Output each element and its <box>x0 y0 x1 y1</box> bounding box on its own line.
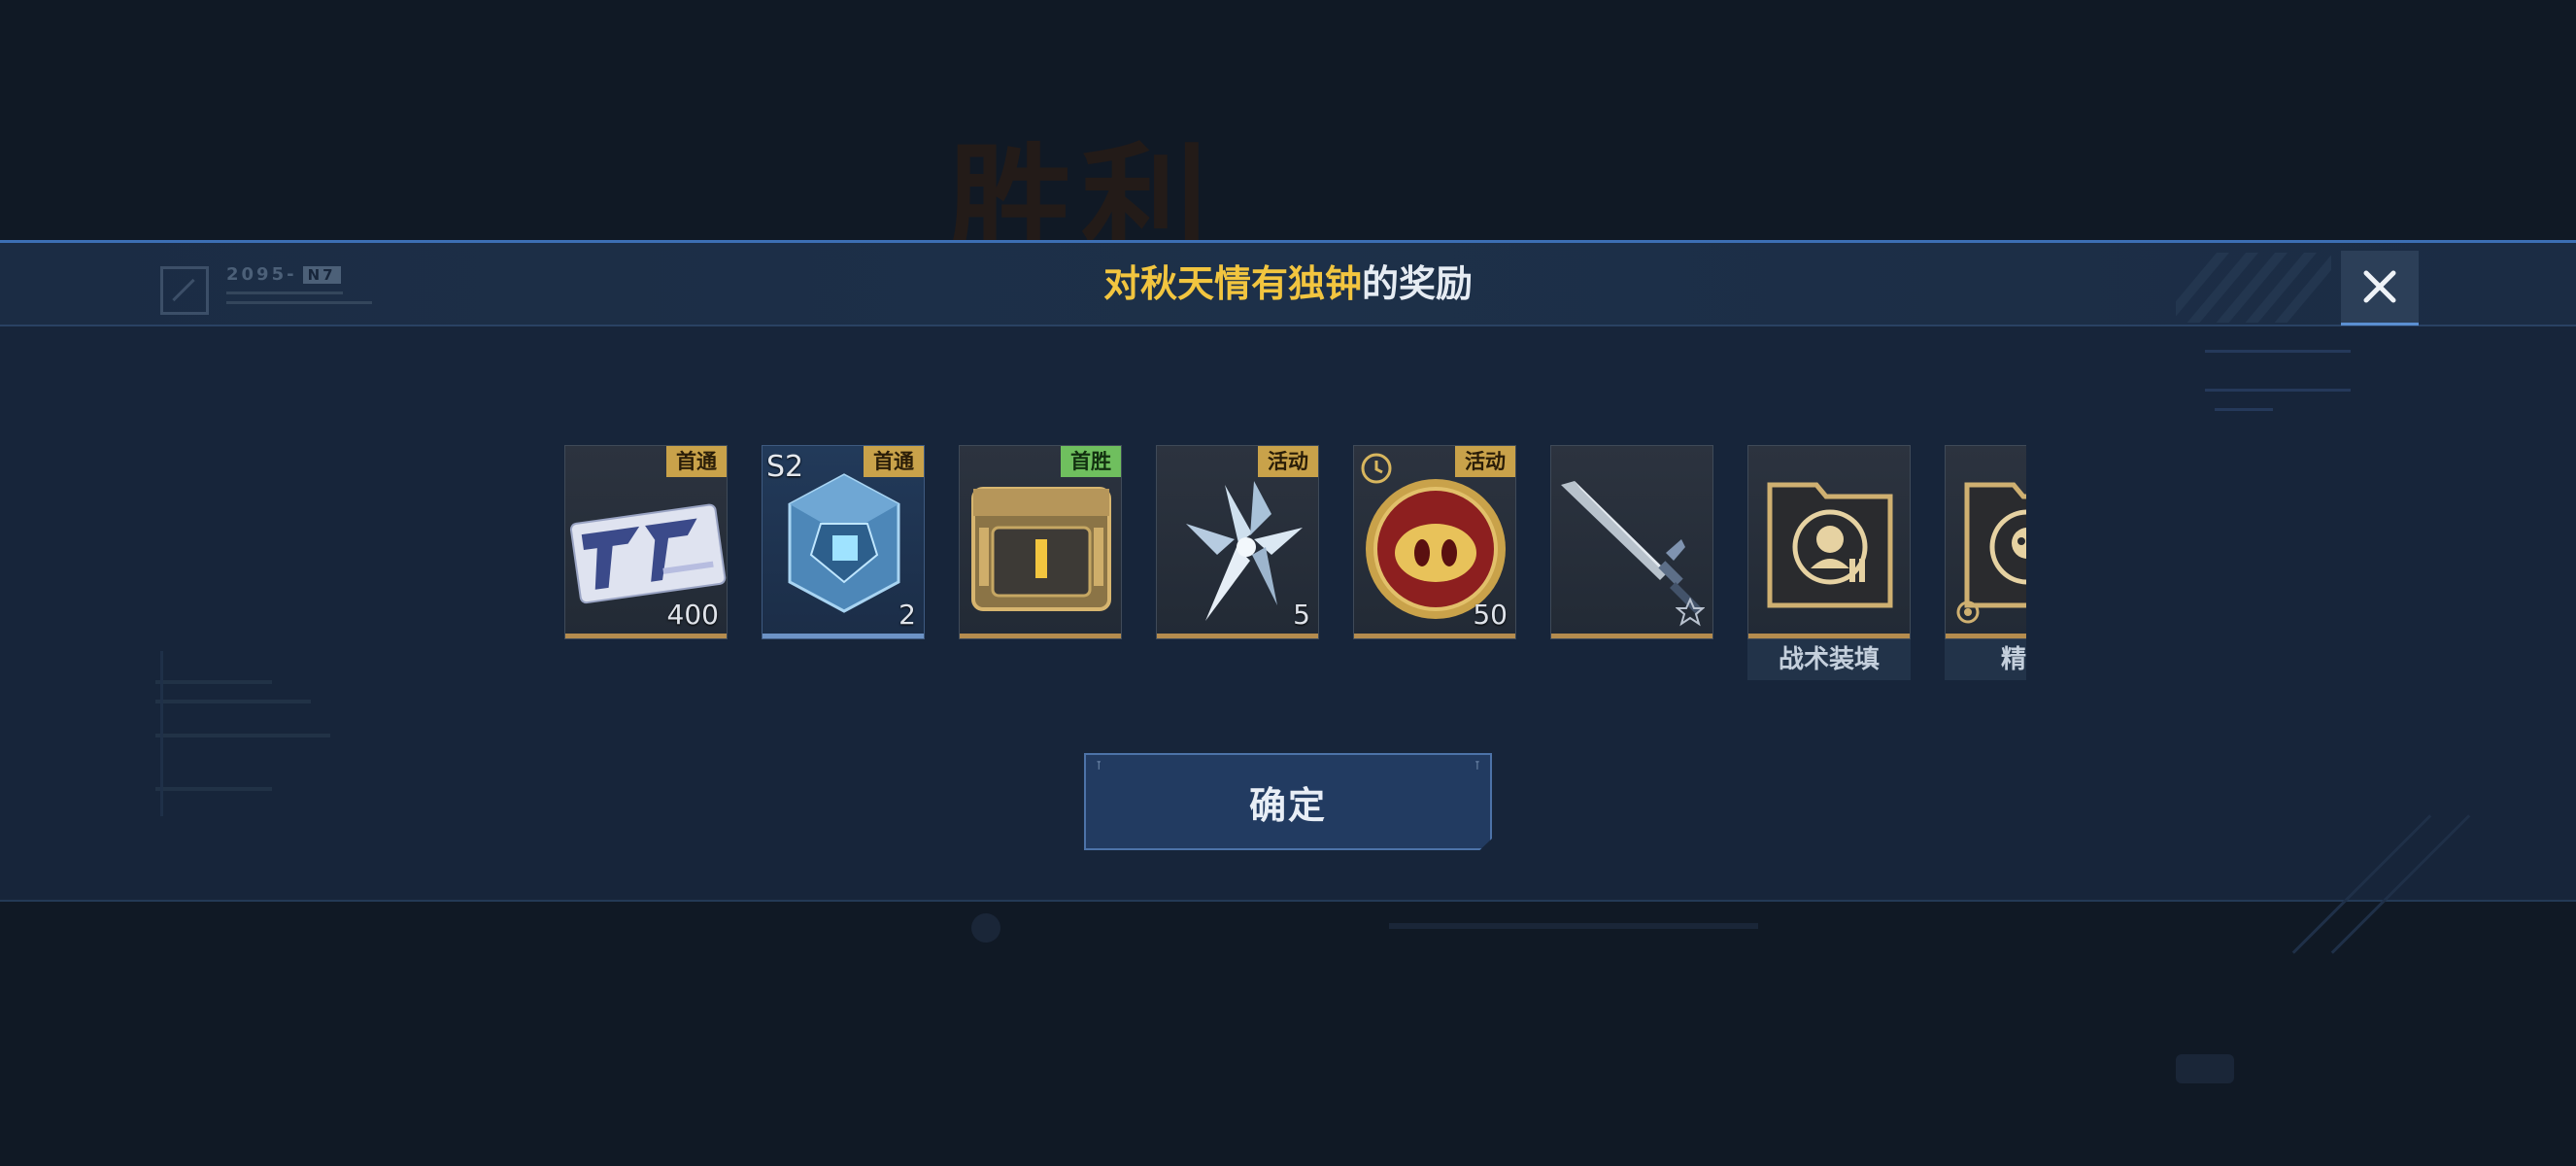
left-deco-line <box>155 700 311 703</box>
reward-card[interactable] <box>1550 445 1713 639</box>
background-dim-icon <box>971 913 1000 943</box>
right-slash-decoration <box>2330 814 2471 954</box>
reward-card[interactable] <box>1945 445 2026 639</box>
item-quantity: 50 <box>1473 599 1508 631</box>
reward-item[interactable]: 活动 5 <box>1156 445 1319 639</box>
rarity-bar <box>763 634 924 638</box>
reward-item[interactable] <box>1550 445 1713 639</box>
reward-title-highlight: 对秋天情有独钟 <box>1102 262 1362 305</box>
first-win-badge: 首胜 <box>1061 446 1121 477</box>
first-clear-badge: 首通 <box>864 446 924 477</box>
left-deco-vertical <box>160 651 163 816</box>
reward-card[interactable] <box>1747 445 1911 639</box>
reward-item[interactable]: 精确 <box>1945 445 2026 680</box>
background-dim-line <box>1389 923 1758 929</box>
right-deco-line <box>2205 389 2351 392</box>
clock-icon <box>1361 453 1392 484</box>
tactical-reload-folder-icon <box>1767 482 1893 608</box>
reward-item[interactable]: 首通 400 <box>564 445 728 639</box>
reward-card[interactable]: S2 首通 2 <box>762 445 925 639</box>
item-quantity: 2 <box>898 599 916 631</box>
reward-card[interactable]: 首胜 <box>959 445 1122 639</box>
season-label: S2 <box>766 450 804 484</box>
item-name: 精确 <box>1945 639 2026 680</box>
rarity-bar <box>960 634 1121 638</box>
left-deco-line <box>155 787 272 791</box>
item-quantity: 400 <box>666 599 719 631</box>
close-icon <box>2363 270 2396 303</box>
background-dim-button <box>2176 1054 2234 1083</box>
event-badge: 活动 <box>1258 446 1318 477</box>
reward-card[interactable]: 活动 5 <box>1156 445 1319 639</box>
left-deco-line <box>155 680 272 684</box>
reward-card[interactable]: 活动 50 <box>1353 445 1516 639</box>
gear-star-icon <box>1676 598 1705 627</box>
rarity-bar <box>1748 634 1910 638</box>
reward-title-suffix: 的奖励 <box>1362 262 1474 305</box>
rarity-bar <box>1354 634 1515 638</box>
right-deco-line <box>2215 408 2273 411</box>
rarity-bar <box>1946 634 2026 638</box>
event-badge: 活动 <box>1455 446 1515 477</box>
reward-card[interactable]: 首通 400 <box>564 445 728 639</box>
rarity-bar <box>1157 634 1318 638</box>
header-stripes-decoration <box>2176 253 2331 323</box>
item-quantity: 5 <box>1293 599 1310 631</box>
rarity-bar <box>565 634 727 638</box>
item-name: 战术装填 <box>1747 639 1911 680</box>
reward-header: 2095- N7 对秋天情有独钟的奖励 <box>0 243 2576 326</box>
reward-item[interactable]: S2 首通 2 <box>762 445 925 639</box>
gear-icon <box>1956 600 1980 624</box>
rarity-bar <box>1551 634 1712 638</box>
close-button[interactable] <box>2341 251 2419 326</box>
confirm-corner-decoration: ⊺ <box>1474 759 1480 772</box>
right-slash-decoration <box>2291 814 2432 954</box>
reward-items-list: 首通 400 S2 首通 2 首胜 活动 5 活动 50 战术装填 精 <box>564 445 2026 680</box>
confirm-corner-decoration: ⊺ <box>1096 759 1102 772</box>
reward-item[interactable]: 活动 50 <box>1353 445 1516 639</box>
first-clear-badge: 首通 <box>666 446 727 477</box>
confirm-button[interactable]: ⊺ ⊺ 确定 <box>1084 753 1492 850</box>
reward-item[interactable]: 首胜 <box>959 445 1122 639</box>
confirm-label: 确定 <box>1248 783 1327 827</box>
right-deco-line <box>2205 350 2351 353</box>
left-deco-line <box>155 734 330 737</box>
reward-item[interactable]: 战术装填 <box>1747 445 1911 680</box>
